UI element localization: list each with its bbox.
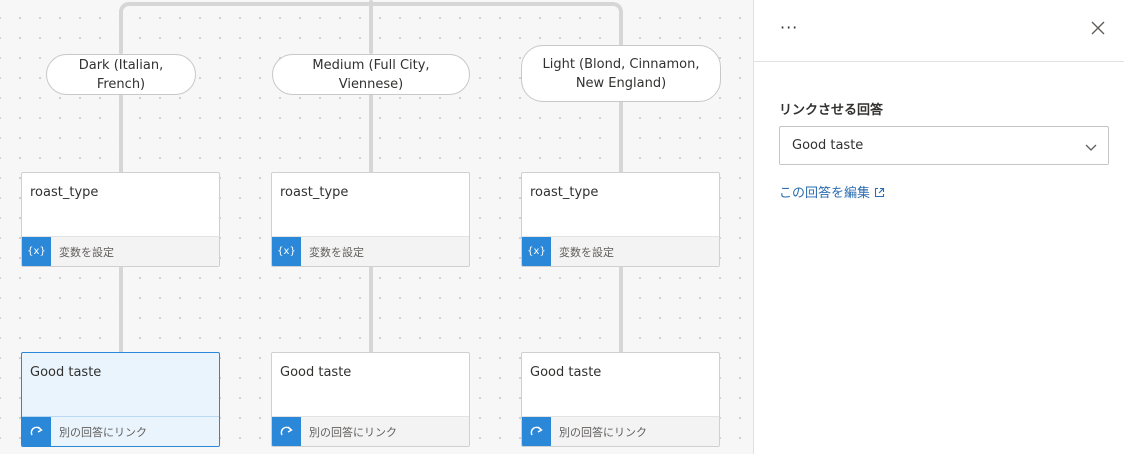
node-title: Good taste [280, 365, 352, 380]
node-action-label: 別の回答にリンク [559, 426, 647, 439]
dropdown-value: Good taste [792, 138, 864, 153]
link-answer-node[interactable]: Good taste 別の回答にリンク [271, 352, 470, 447]
close-icon[interactable] [1088, 18, 1108, 38]
choice-label: Medium (Full City, Viennese) [312, 57, 430, 92]
link-answer-node[interactable]: Good taste 別の回答にリンク [521, 352, 720, 447]
more-options-icon[interactable]: ··· [780, 18, 798, 37]
link-answer-node-selected[interactable]: Good taste 別の回答にリンク [21, 352, 220, 447]
link-redirect-icon [522, 417, 551, 446]
set-variable-node[interactable]: roast_type {x} 変数を設定 [521, 172, 720, 267]
chevron-down-icon [1084, 139, 1098, 153]
connector [119, 10, 123, 54]
link-redirect-icon [272, 417, 301, 446]
node-footer: 別の回答にリンク [22, 416, 219, 446]
connector [119, 266, 123, 354]
node-action-label: 別の回答にリンク [309, 426, 397, 439]
set-variable-node[interactable]: roast_type {x} 変数を設定 [271, 172, 470, 267]
edit-answer-link-text: この回答を編集 [779, 186, 871, 201]
choice-pill-medium[interactable]: Medium (Full City, Viennese) [272, 54, 470, 95]
node-footer: {x} 変数を設定 [22, 236, 219, 266]
panel-header: ··· [754, 0, 1124, 62]
external-link-icon [874, 187, 885, 202]
edit-answer-link[interactable]: この回答を編集 [779, 182, 885, 202]
choice-label: Dark (Italian, French) [78, 57, 164, 92]
connector [369, 266, 373, 354]
node-title: Good taste [530, 365, 602, 380]
node-title: Good taste [30, 365, 102, 380]
node-title: roast_type [280, 185, 349, 200]
connector [119, 94, 123, 174]
node-action-label: 変数を設定 [559, 246, 614, 259]
variable-icon: {x} [22, 237, 51, 266]
node-footer: 別の回答にリンク [272, 416, 469, 446]
node-footer: 別の回答にリンク [522, 416, 719, 446]
connector [369, 94, 373, 174]
node-title: roast_type [530, 185, 599, 200]
connector [619, 101, 623, 174]
node-title: roast_type [30, 185, 99, 200]
link-redirect-icon [22, 417, 51, 446]
choice-pill-dark[interactable]: Dark (Italian, French) [46, 54, 196, 95]
set-variable-node[interactable]: roast_type {x} 変数を設定 [21, 172, 220, 267]
node-footer: {x} 変数を設定 [272, 236, 469, 266]
connector [369, 0, 373, 54]
properties-panel: ··· リンクさせる回答 Good taste この回答を編集 [753, 0, 1124, 454]
variable-icon: {x} [272, 237, 301, 266]
choice-pill-light[interactable]: Light (Blond, Cinnamon, New England) [521, 45, 721, 102]
linked-answer-dropdown[interactable]: Good taste [779, 126, 1109, 165]
node-action-label: 別の回答にリンク [59, 426, 147, 439]
flow-canvas[interactable]: Dark (Italian, French) Medium (Full City… [0, 0, 753, 454]
connector [619, 266, 623, 354]
node-action-label: 変数を設定 [309, 246, 364, 259]
choice-label: Light (Blond, Cinnamon, New England) [542, 56, 700, 91]
connector [619, 10, 623, 46]
variable-icon: {x} [522, 237, 551, 266]
node-action-label: 変数を設定 [59, 246, 114, 259]
node-footer: {x} 変数を設定 [522, 236, 719, 266]
linked-answer-label: リンクさせる回答 [779, 103, 884, 118]
